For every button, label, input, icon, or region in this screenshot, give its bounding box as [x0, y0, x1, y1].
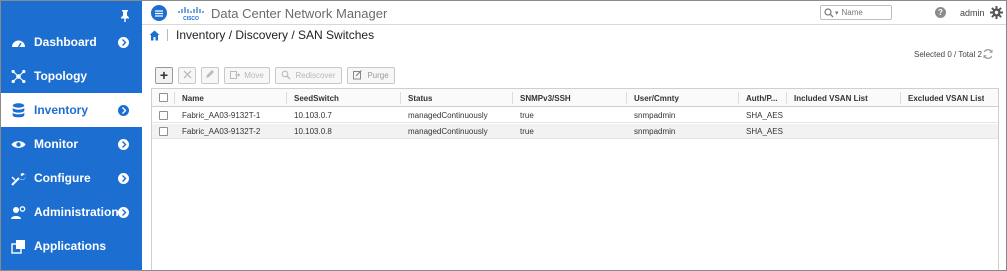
- column-divider: [626, 92, 627, 104]
- gear-icon[interactable]: [990, 6, 1003, 19]
- add-button[interactable]: +: [155, 66, 173, 84]
- purge-button[interactable]: Purge: [347, 66, 395, 84]
- search-field[interactable]: [841, 8, 886, 17]
- search-icon: [824, 7, 834, 18]
- top-header: CISCO Data Center Network Manager ▾ ? ad…: [142, 1, 1006, 25]
- column-header-snmpv3-ssh[interactable]: SNMPv3/SSH: [520, 89, 571, 107]
- cell-seedswitch: 10.103.0.7: [294, 111, 332, 120]
- help-icon[interactable]: ?: [935, 7, 946, 18]
- san-switches-table: Name SeedSwitch Status SNMPv3/SSH User/C…: [151, 88, 999, 270]
- cisco-logo: CISCO: [177, 5, 205, 22]
- purge-icon: [353, 70, 363, 80]
- sidebar-item-label: Configure: [34, 171, 91, 185]
- move-label: Move: [244, 70, 264, 80]
- breadcrumb-divider: [167, 29, 168, 41]
- column-divider: [400, 92, 401, 104]
- sidebar-item-applications[interactable]: Applications: [1, 229, 142, 263]
- close-icon: [183, 70, 192, 81]
- sidebar-item-monitor[interactable]: Monitor: [1, 127, 142, 161]
- chevron-right-icon: [118, 104, 129, 116]
- app-title: Data Center Network Manager: [211, 6, 388, 21]
- monitor-icon: [11, 137, 26, 152]
- inventory-icon: [11, 102, 26, 118]
- breadcrumb-path: Inventory / Discovery / SAN Switches: [176, 28, 375, 42]
- select-all-checkbox[interactable]: [159, 93, 168, 102]
- cell-status: managedContinuously: [408, 111, 488, 120]
- sidebar-item-label: Dashboard: [34, 35, 97, 49]
- rediscover-icon: [281, 70, 291, 80]
- cell-auth: SHA_AES: [746, 127, 783, 136]
- cell-auth: SHA_AES: [746, 111, 783, 120]
- configure-icon: [11, 171, 26, 186]
- column-header-user-cmnty[interactable]: User/Cmnty: [634, 89, 679, 107]
- column-header-auth[interactable]: Auth/P...: [746, 89, 786, 107]
- dashboard-icon: [11, 35, 26, 50]
- sidebar-item-label: Administration: [34, 205, 119, 219]
- cell-name: Fabric_AA03-9132T-1: [182, 111, 261, 120]
- cell-status: managedContinuously: [408, 127, 488, 136]
- move-button[interactable]: Move: [224, 66, 270, 84]
- toolbar: + Move Rediscover Purge: [155, 66, 400, 84]
- chevron-right-icon: [118, 138, 129, 150]
- sidebar-item-label: Applications: [34, 239, 107, 253]
- column-header-name[interactable]: Name: [182, 89, 204, 107]
- column-divider: [786, 92, 787, 104]
- column-divider: [738, 92, 739, 104]
- purge-label: Purge: [367, 70, 389, 80]
- column-divider: [900, 92, 901, 104]
- row-checkbox[interactable]: [159, 111, 168, 120]
- cell-user-cmnty: snmpadmin: [634, 111, 676, 120]
- column-divider: [174, 92, 175, 104]
- breadcrumb: Inventory / Discovery / SAN Switches: [149, 28, 374, 42]
- delete-button[interactable]: [178, 66, 196, 84]
- administration-icon: [11, 205, 26, 220]
- sidebar-item-topology[interactable]: Topology: [1, 59, 142, 93]
- chevron-right-icon: [118, 36, 129, 48]
- sidebar-item-dashboard[interactable]: Dashboard: [1, 25, 142, 59]
- column-header-included-vsan[interactable]: Included VSAN List: [794, 89, 868, 107]
- sidebar-item-configure[interactable]: Configure: [1, 161, 142, 195]
- rediscover-button[interactable]: Rediscover: [275, 66, 342, 84]
- app-window: Dashboard Topology Inventory Monitor Con…: [0, 0, 1007, 271]
- column-divider: [512, 92, 513, 104]
- sidebar-item-label: Topology: [34, 69, 88, 83]
- sidebar: Dashboard Topology Inventory Monitor Con…: [1, 1, 142, 270]
- svg-text:CISCO: CISCO: [183, 16, 199, 21]
- refresh-icon[interactable]: [982, 48, 994, 60]
- chevron-right-icon: [118, 206, 129, 218]
- move-icon: [230, 70, 241, 80]
- caret-down-icon[interactable]: ▾: [835, 9, 839, 17]
- selection-count: Selected 0 / Total 2: [914, 50, 982, 59]
- topology-icon: [11, 69, 26, 84]
- menu-icon[interactable]: [151, 5, 167, 21]
- sidebar-item-label: Inventory: [34, 103, 89, 117]
- row-checkbox[interactable]: [159, 127, 168, 136]
- user-menu[interactable]: admin: [960, 8, 985, 18]
- column-header-excluded-vsan[interactable]: Excluded VSAN List: [908, 89, 984, 107]
- applications-icon: [11, 239, 26, 254]
- pin-icon[interactable]: [119, 9, 131, 23]
- column-header-seedswitch[interactable]: SeedSwitch: [294, 89, 339, 107]
- cell-snmpv3-ssh: true: [520, 127, 534, 136]
- column-divider: [286, 92, 287, 104]
- table-row[interactable]: Fabric_AA03-9132T-2 10.103.0.8 managedCo…: [152, 124, 998, 139]
- edit-button[interactable]: [201, 66, 219, 84]
- pencil-icon: [205, 69, 215, 81]
- table-row[interactable]: Fabric_AA03-9132T-1 10.103.0.7 managedCo…: [152, 108, 998, 123]
- column-header-status[interactable]: Status: [408, 89, 432, 107]
- search-input[interactable]: ▾: [820, 5, 892, 20]
- home-icon[interactable]: [149, 30, 160, 41]
- sidebar-item-label: Monitor: [34, 137, 78, 151]
- rediscover-label: Rediscover: [295, 70, 336, 80]
- cell-seedswitch: 10.103.0.8: [294, 127, 332, 136]
- cell-name: Fabric_AA03-9132T-2: [182, 127, 261, 136]
- sidebar-item-administration[interactable]: Administration: [1, 195, 142, 229]
- cell-snmpv3-ssh: true: [520, 111, 534, 120]
- table-header: Name SeedSwitch Status SNMPv3/SSH User/C…: [152, 89, 998, 107]
- cell-user-cmnty: snmpadmin: [634, 127, 676, 136]
- sidebar-item-inventory[interactable]: Inventory: [1, 93, 142, 127]
- chevron-right-icon: [118, 172, 129, 184]
